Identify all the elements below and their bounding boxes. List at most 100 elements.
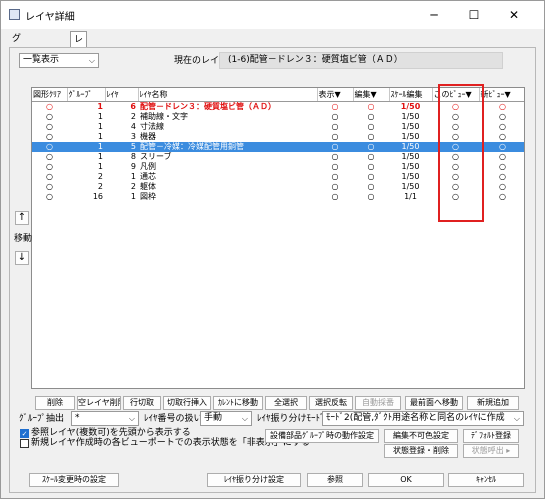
non-editable-color-button[interactable]: 編集不可色設定	[384, 429, 458, 443]
table-row[interactable]: ○ 1 4 寸法線 ○ ○ 1/50 ○ ○	[32, 122, 524, 132]
cell-scale[interactable]: 1/50	[389, 152, 432, 162]
cell-this-view[interactable]: ○	[432, 182, 479, 192]
cell-name[interactable]: 配管－冷媒：冷媒配管用銅管	[138, 142, 317, 152]
col-header-scale[interactable]: ｽｹｰﾙ編集	[389, 88, 433, 102]
cell-this-view[interactable]: ○	[432, 132, 479, 142]
cell-clear[interactable]: ○	[32, 112, 67, 122]
cell-this-view[interactable]: ○	[432, 172, 479, 182]
cell-group[interactable]: 1	[67, 142, 105, 152]
move-down-button[interactable]: ↓	[15, 251, 29, 265]
default-register-button[interactable]: ﾃﾞﾌｫﾙﾄ登録	[463, 429, 519, 443]
cell-group[interactable]: 2	[67, 182, 105, 192]
cell-edit[interactable]: ○	[353, 132, 389, 142]
delete-empty-layers-button[interactable]: 空レイヤ削除	[77, 396, 121, 410]
cell-scale[interactable]: 1/50	[389, 122, 432, 132]
minimize-button[interactable]: ─	[414, 3, 454, 27]
cell-name[interactable]: 図枠	[138, 192, 317, 202]
cell-layer[interactable]: 8	[105, 152, 138, 162]
cell-edit[interactable]: ○	[353, 162, 389, 172]
cancel-button[interactable]: ｷｬﾝｾﾙ	[448, 473, 524, 487]
table-row[interactable]: ○ 16 1 図枠 ○ ○ 1/1 ○ ○	[32, 192, 524, 202]
cell-name[interactable]: 寸法線	[138, 122, 317, 132]
cell-new-view[interactable]: ○	[479, 152, 524, 162]
cell-edit[interactable]: ○	[353, 152, 389, 162]
cell-show[interactable]: ○	[317, 122, 353, 132]
cell-scale[interactable]: 1/50	[389, 162, 432, 172]
cell-layer[interactable]: 6	[105, 102, 138, 113]
cell-name[interactable]: スリーブ	[138, 152, 317, 162]
equipment-group-settings-button[interactable]: 設備部品ｸﾞﾙｰﾌﾟ時の動作設定	[265, 429, 379, 443]
insert-cut-row-button[interactable]: 切取行挿入	[163, 396, 211, 410]
cell-this-view[interactable]: ○	[432, 102, 479, 113]
layer-grid[interactable]: 図形ｸﾘｱ ｸﾞﾙｰﾌﾟ ﾚｲﾔ ﾚｲﾔ名称 表示▼ 編集▼ ｽｹｰﾙ編集 この…	[31, 87, 525, 389]
col-header-name[interactable]: ﾚｲﾔ名称	[138, 88, 318, 102]
cell-clear[interactable]: ○	[32, 182, 67, 192]
cell-group[interactable]: 1	[67, 102, 105, 113]
cell-show[interactable]: ○	[317, 142, 353, 152]
cell-clear[interactable]: ○	[32, 172, 67, 182]
layer-assign-select[interactable]: ﾓｰﾄﾞ2(配管,ﾀﾞｸﾄ用途名称と同名のﾚｲﾔに作成 ⌵	[322, 411, 524, 426]
cell-name[interactable]: 躯体	[138, 182, 317, 192]
cell-name[interactable]: 配管－ドレン３：硬質塩ビ管（ＡＤ）	[138, 102, 317, 113]
layer-number-select[interactable]: 手動 ⌵	[200, 411, 252, 426]
bring-to-front-button[interactable]: 最前面へ移動	[405, 396, 463, 410]
layer-assign-settings-button[interactable]: ﾚｲﾔ振り分け設定	[207, 473, 301, 487]
cell-group[interactable]: 1	[67, 152, 105, 162]
cell-show[interactable]: ○	[317, 172, 353, 182]
cell-group[interactable]: 1	[67, 162, 105, 172]
cell-edit[interactable]: ○	[353, 142, 389, 152]
cell-scale[interactable]: 1/50	[389, 112, 432, 122]
select-all-button[interactable]: 全選択	[265, 396, 307, 410]
invert-selection-button[interactable]: 選択反転	[309, 396, 353, 410]
cell-scale[interactable]: 1/50	[389, 132, 432, 142]
table-row[interactable]: ○ 1 6 配管－ドレン３：硬質塩ビ管（ＡＤ） ○ ○ 1/50 ○ ○	[32, 102, 524, 113]
cell-scale[interactable]: 1/1	[389, 192, 432, 202]
cell-clear[interactable]: ○	[32, 142, 67, 152]
cell-edit[interactable]: ○	[353, 102, 389, 113]
table-row[interactable]: ○ 2 2 躯体 ○ ○ 1/50 ○ ○	[32, 182, 524, 192]
col-header-show[interactable]: 表示▼	[317, 88, 354, 102]
cell-layer[interactable]: 1	[105, 192, 138, 202]
cell-show[interactable]: ○	[317, 162, 353, 172]
cell-layer[interactable]: 5	[105, 142, 138, 152]
add-new-button[interactable]: 新規追加	[467, 396, 519, 410]
col-header-this-view[interactable]: このﾋﾞｭｰ▼	[432, 88, 480, 102]
cell-edit[interactable]: ○	[353, 192, 389, 202]
cell-clear[interactable]: ○	[32, 102, 67, 113]
reference-button[interactable]: 参照	[307, 473, 363, 487]
cell-name[interactable]: 凡例	[138, 162, 317, 172]
table-row[interactable]: ○ 1 5 配管－冷媒：冷媒配管用銅管 ○ ○ 1/50 ○ ○	[32, 142, 524, 152]
table-row[interactable]: ○ 1 3 機器 ○ ○ 1/50 ○ ○	[32, 132, 524, 142]
cell-show[interactable]: ○	[317, 102, 353, 113]
cell-show[interactable]: ○	[317, 132, 353, 142]
cell-this-view[interactable]: ○	[432, 122, 479, 132]
cell-edit[interactable]: ○	[353, 182, 389, 192]
cell-show[interactable]: ○	[317, 182, 353, 192]
col-header-edit[interactable]: 編集▼	[353, 88, 390, 102]
cell-clear[interactable]: ○	[32, 122, 67, 132]
table-row[interactable]: ○ 1 2 補助線・文字 ○ ○ 1/50 ○ ○	[32, 112, 524, 122]
cell-edit[interactable]: ○	[353, 112, 389, 122]
cell-layer[interactable]: 1	[105, 172, 138, 182]
cell-name[interactable]: 補助線・文字	[138, 112, 317, 122]
cell-clear[interactable]: ○	[32, 162, 67, 172]
cell-group[interactable]: 1	[67, 112, 105, 122]
cell-show[interactable]: ○	[317, 112, 353, 122]
scale-change-settings-button[interactable]: ｽｹｰﾙ変更時の設定	[29, 473, 119, 487]
table-row[interactable]: ○ 1 9 凡例 ○ ○ 1/50 ○ ○	[32, 162, 524, 172]
new-hidden-checkbox[interactable]	[20, 439, 29, 448]
cell-show[interactable]: ○	[317, 152, 353, 162]
table-row[interactable]: ○ 1 8 スリーブ ○ ○ 1/50 ○ ○	[32, 152, 524, 162]
view-mode-select[interactable]: 一覧表示 ⌵	[19, 53, 99, 68]
table-row[interactable]: ○ 2 1 通芯 ○ ○ 1/50 ○ ○	[32, 172, 524, 182]
cell-layer[interactable]: 9	[105, 162, 138, 172]
cell-name[interactable]: 機器	[138, 132, 317, 142]
cell-scale[interactable]: 1/50	[389, 172, 432, 182]
cell-new-view[interactable]: ○	[479, 122, 524, 132]
cell-layer[interactable]: 2	[105, 182, 138, 192]
cell-clear[interactable]: ○	[32, 132, 67, 142]
cell-this-view[interactable]: ○	[432, 142, 479, 152]
cell-name[interactable]: 通芯	[138, 172, 317, 182]
col-header-new-view[interactable]: 新ﾋﾞｭｰ▼	[479, 88, 524, 102]
tab-layer[interactable]: レイヤ	[70, 31, 88, 77]
